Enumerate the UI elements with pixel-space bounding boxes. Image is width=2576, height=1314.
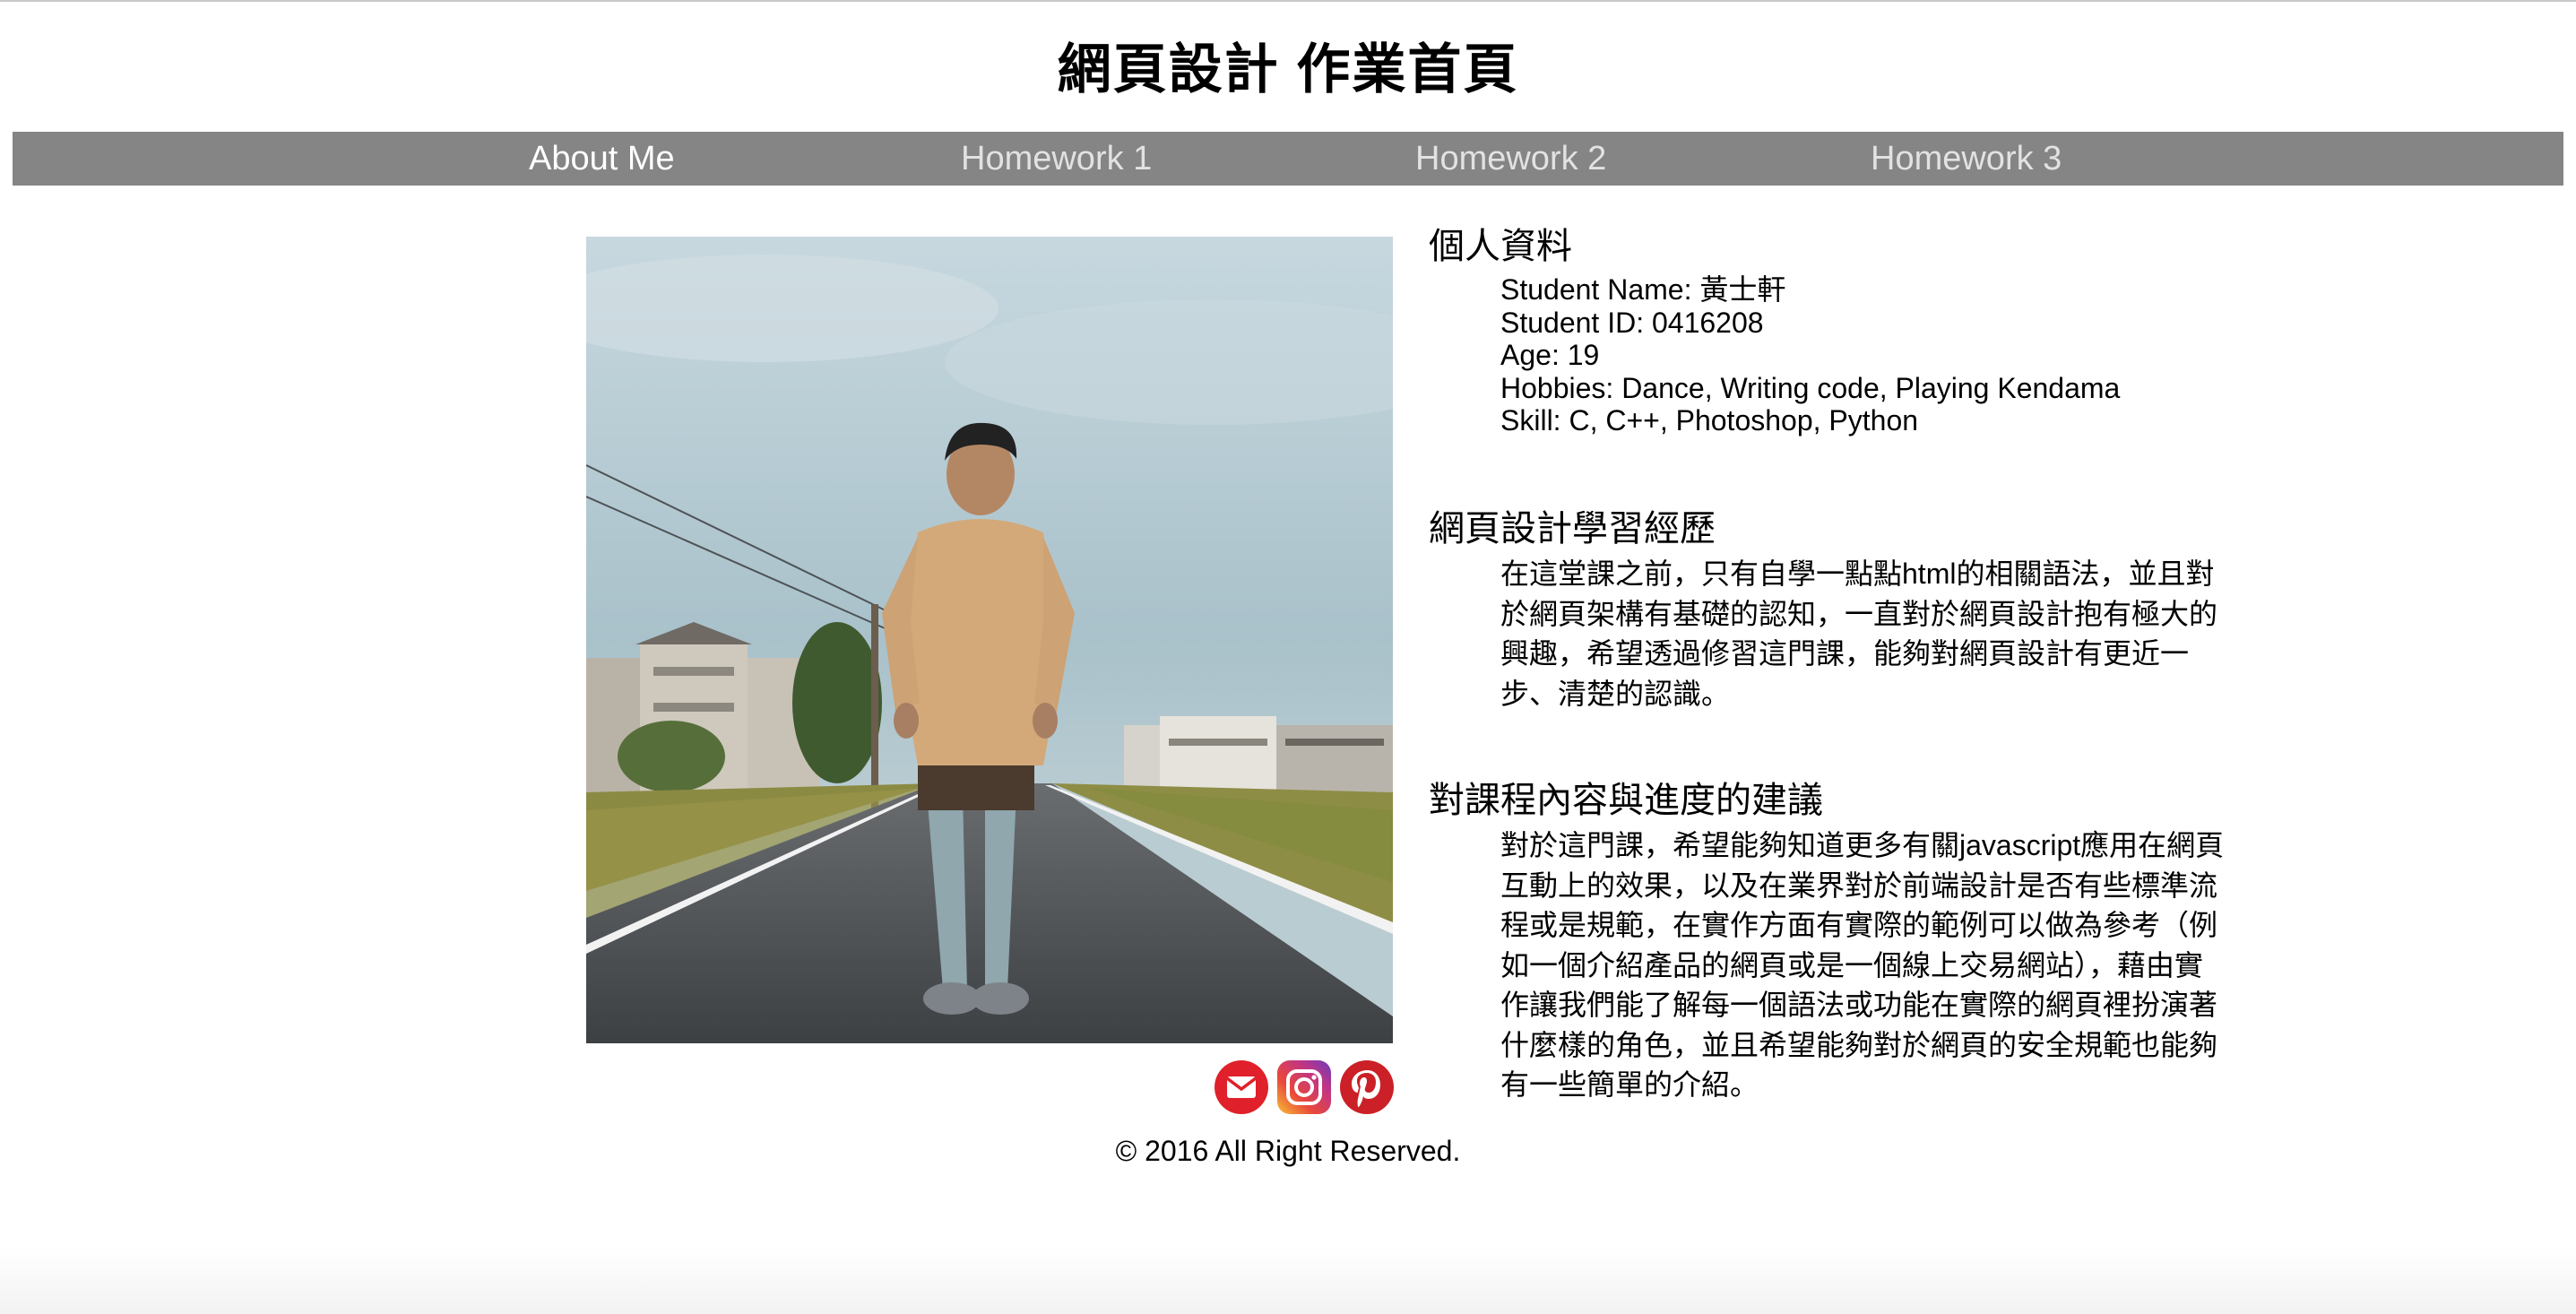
info-student-id: Student ID: 0416208 (1500, 306, 1764, 339)
nav-bar: About Me Homework 1 Homework 2 Homework … (13, 132, 2563, 186)
profile-photo (586, 237, 1393, 1043)
pinterest-icon[interactable] (1339, 1059, 1395, 1115)
footer-copyright: © 2016 All Right Reserved. (1115, 1135, 1461, 1167)
info-student-name: Student Name: 黃士軒 (1500, 273, 1786, 306)
nav-item-homework-1[interactable]: Homework 1 (961, 132, 1152, 186)
info-skill: Skill: C, C++, Photoshop, Python (1500, 404, 1919, 437)
info-hobbies: Hobbies: Dance, Writing code, Playing Ke… (1500, 371, 2121, 404)
nav-item-about-me[interactable]: About Me (529, 132, 675, 186)
info-age: Age: 19 (1500, 339, 1600, 371)
instagram-icon[interactable] (1276, 1059, 1332, 1115)
nav-item-homework-2[interactable]: Homework 2 (1415, 132, 1606, 186)
personal-info-list: Student Name: 黃士軒 Student ID: 0416208 Ag… (1500, 273, 2120, 437)
nav-item-homework-3[interactable]: Homework 3 (1871, 132, 2062, 186)
suggestion-paragraph: 對於這門課，希望能夠知道更多有關javascript應用在網頁互動上的效果，以及… (1500, 829, 2225, 1101)
section-heading-suggestion: 對課程內容與進度的建議 (1429, 781, 1823, 820)
history-paragraph: 在這堂課之前，只有自學一點點html的相關語法，並且對於網頁架構有基礎的認知，一… (1500, 558, 2218, 710)
page: 網頁設計 作業首頁 About Me Homework 1 Homework 2… (0, 0, 2576, 1314)
mail-icon[interactable] (1214, 1059, 1269, 1115)
section-heading-personal: 個人資料 (1429, 227, 1572, 266)
section-heading-history: 網頁設計學習經歷 (1429, 509, 1716, 549)
page-title: 網頁設計 作業首頁 (1057, 39, 1519, 99)
